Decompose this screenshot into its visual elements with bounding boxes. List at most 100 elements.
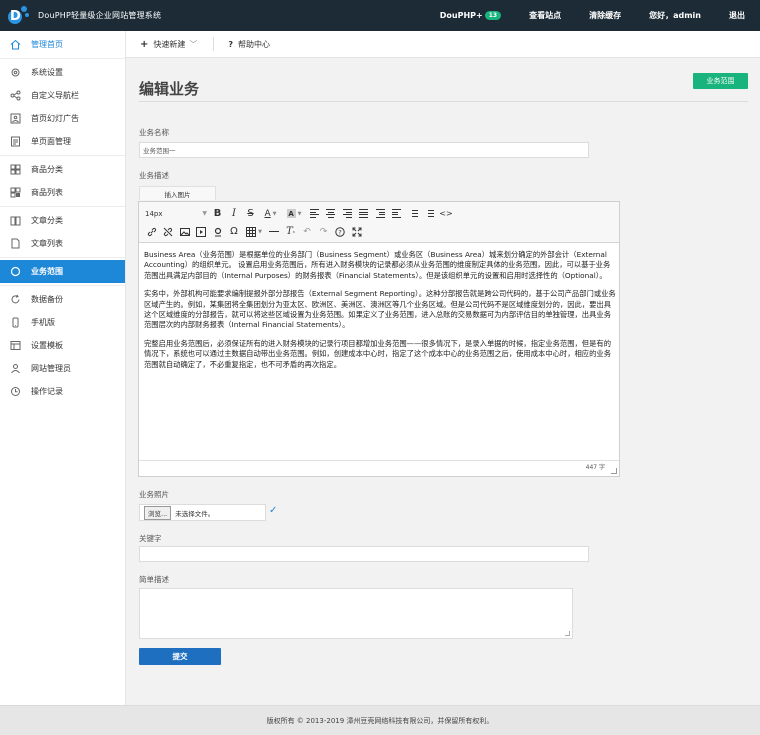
sidebar-item-article-list[interactable]: 文章列表 — [0, 232, 125, 255]
main-content: 编辑业务 业务范围 业务名称 业务范围一 业务描述 插入图片 14px ▼ B … — [126, 58, 760, 705]
sidebar-item-label: 文章分类 — [31, 216, 63, 225]
sidebar-item-label: 管理首页 — [31, 40, 63, 49]
browse-button[interactable]: 浏览... — [144, 505, 172, 520]
chevron-down-icon: ﹀ — [189, 39, 198, 49]
subbar-divider — [213, 37, 215, 51]
douphp-plus-link[interactable]: DouPHP+ 13 — [439, 11, 502, 20]
keyword-input[interactable] — [139, 546, 589, 562]
file-icon — [10, 238, 21, 249]
sidebar-item-logs[interactable]: 操作记录 — [0, 380, 125, 403]
sidebar-item-template[interactable]: 设置模板 — [0, 334, 125, 357]
user-greeting[interactable]: 您好，admin — [649, 10, 701, 21]
sidebar-item-admins[interactable]: 网站管理员 — [0, 357, 125, 380]
sidebar-item-label: 业务范围 — [31, 267, 63, 276]
sidebar-item-label: 数据备份 — [31, 295, 63, 304]
unlink-icon[interactable] — [162, 225, 175, 238]
sidebar-item-custom-nav[interactable]: 自定义导航栏 — [0, 84, 125, 107]
no-file-text: 未选择文件。 — [175, 509, 215, 518]
grid-icon — [10, 164, 21, 175]
sidebar-item-single-page[interactable]: 单页面管理 — [0, 130, 125, 153]
redo-icon[interactable]: ↷ — [317, 225, 330, 238]
editor-content[interactable]: Business Area（业务范围）是根据单位的业务部门（Business S… — [144, 250, 616, 378]
refresh-icon — [10, 294, 21, 305]
undo-icon[interactable]: ↶ — [301, 225, 314, 238]
horizontal-rule-icon[interactable] — [268, 225, 281, 238]
douphp-logo-icon[interactable]: D — [7, 5, 29, 27]
summary-label: 简单描述 — [139, 575, 169, 584]
douphp-plus-badge: 13 — [484, 11, 502, 20]
clear-format-icon[interactable]: Tₓ — [284, 225, 297, 238]
sidebar-item-data-backup[interactable]: 数据备份 — [0, 288, 125, 311]
map-pin-icon[interactable] — [211, 225, 224, 238]
outdent-icon[interactable] — [390, 207, 403, 220]
share-icon — [10, 90, 21, 101]
site-title: DouPHP轻量级企业网站管理系统 — [38, 11, 162, 20]
editor-status-bar: 447 字 — [139, 460, 619, 476]
editor-toolbar: 14px ▼ B I S A ▼ A ▼ <> Ω ▼ T ₓ ↶ ↷ ? — [139, 202, 619, 243]
strikethrough-icon[interactable]: S — [244, 207, 257, 220]
align-justify-icon[interactable] — [357, 207, 370, 220]
italic-icon[interactable]: I — [228, 207, 241, 220]
image-icon — [10, 113, 21, 124]
help-center-link[interactable]: ? 帮助中心 — [228, 39, 270, 50]
sidebar-item-product-category[interactable]: 商品分类 — [0, 158, 125, 181]
video-icon[interactable] — [195, 225, 208, 238]
sidebar-item-label: 文章列表 — [31, 239, 63, 248]
special-char-icon[interactable]: Ω — [228, 225, 241, 238]
sidebar-item-label: 操作记录 — [31, 387, 63, 396]
sidebar-item-home[interactable]: 管理首页 — [0, 31, 125, 58]
check-icon: ✓ — [269, 505, 278, 516]
insert-image-button[interactable]: 插入图片 — [139, 186, 216, 200]
content-paragraph: Business Area（业务范围）是根据单位的业务部门（Business S… — [144, 250, 611, 280]
clear-cache-link[interactable]: 清除缓存 — [589, 10, 621, 21]
page-title: 编辑业务 — [139, 80, 200, 98]
sidebar-item-label: 商品分类 — [31, 165, 63, 174]
view-site-link[interactable]: 查看站点 — [529, 10, 561, 21]
sidebar-item-business-scope[interactable]: 业务范围 — [0, 260, 125, 283]
highlight-color-icon[interactable]: A ▼ — [284, 207, 304, 220]
question-icon: ? — [228, 39, 234, 49]
sidebar-item-label: 手机版 — [31, 318, 55, 327]
name-input[interactable]: 业务范围一 — [139, 142, 589, 158]
logout-link[interactable]: 退出 — [729, 10, 745, 21]
phone-icon — [10, 317, 21, 328]
sidebar-item-article-category[interactable]: 文章分类 — [0, 209, 125, 232]
sidebar-item-mobile[interactable]: 手机版 — [0, 311, 125, 334]
sidebar-item-label: 系统设置 — [31, 68, 63, 77]
name-label: 业务名称 — [139, 128, 169, 137]
footer: 版权所有 © 2013-2019 漳州豆壳网络科技有限公司，并保留所有权利。 — [0, 705, 760, 735]
align-right-icon[interactable] — [341, 207, 354, 220]
resize-handle-icon[interactable] — [611, 468, 617, 474]
bold-icon[interactable]: B — [211, 207, 224, 220]
home-icon — [10, 39, 21, 50]
fullscreen-icon[interactable] — [350, 225, 363, 238]
align-center-icon[interactable] — [324, 207, 337, 220]
table-icon[interactable]: ▼ — [244, 225, 264, 238]
align-left-icon[interactable] — [308, 207, 321, 220]
ordered-list-icon[interactable] — [407, 207, 420, 220]
code-view-icon[interactable]: <> — [439, 207, 452, 220]
indent-icon[interactable] — [374, 207, 387, 220]
resize-handle-icon[interactable] — [565, 631, 570, 636]
business-scope-button[interactable]: 业务范围 — [693, 73, 748, 89]
quick-new-dropdown[interactable]: + 快速新建 ﹀ — [140, 39, 197, 50]
unordered-list-icon[interactable] — [423, 207, 436, 220]
link-icon[interactable] — [145, 225, 158, 238]
book-icon — [10, 215, 21, 226]
photo-file-input[interactable]: 浏览... 未选择文件。 — [139, 504, 266, 521]
sidebar-item-label: 自定义导航栏 — [31, 91, 79, 100]
help-icon[interactable]: ? — [334, 225, 347, 238]
submit-button[interactable]: 提交 — [139, 648, 221, 665]
sidebar-item-home-slides[interactable]: 首页幻灯广告 — [0, 107, 125, 130]
font-size-select[interactable]: 14px ▼ — [145, 207, 207, 220]
summary-textarea[interactable] — [139, 588, 573, 639]
template-icon — [10, 340, 21, 351]
douphp-plus-label: DouPHP+ — [439, 11, 483, 20]
image-icon[interactable] — [178, 225, 191, 238]
sidebar-item-product-list[interactable]: 商品列表 — [0, 181, 125, 204]
quick-new-label: 快速新建 — [153, 39, 186, 49]
font-color-icon[interactable]: A ▼ — [261, 207, 281, 220]
grid-list-icon — [10, 187, 21, 198]
sidebar-item-label: 首页幻灯广告 — [31, 114, 79, 123]
sidebar-item-system-settings[interactable]: 系统设置 — [0, 61, 125, 84]
